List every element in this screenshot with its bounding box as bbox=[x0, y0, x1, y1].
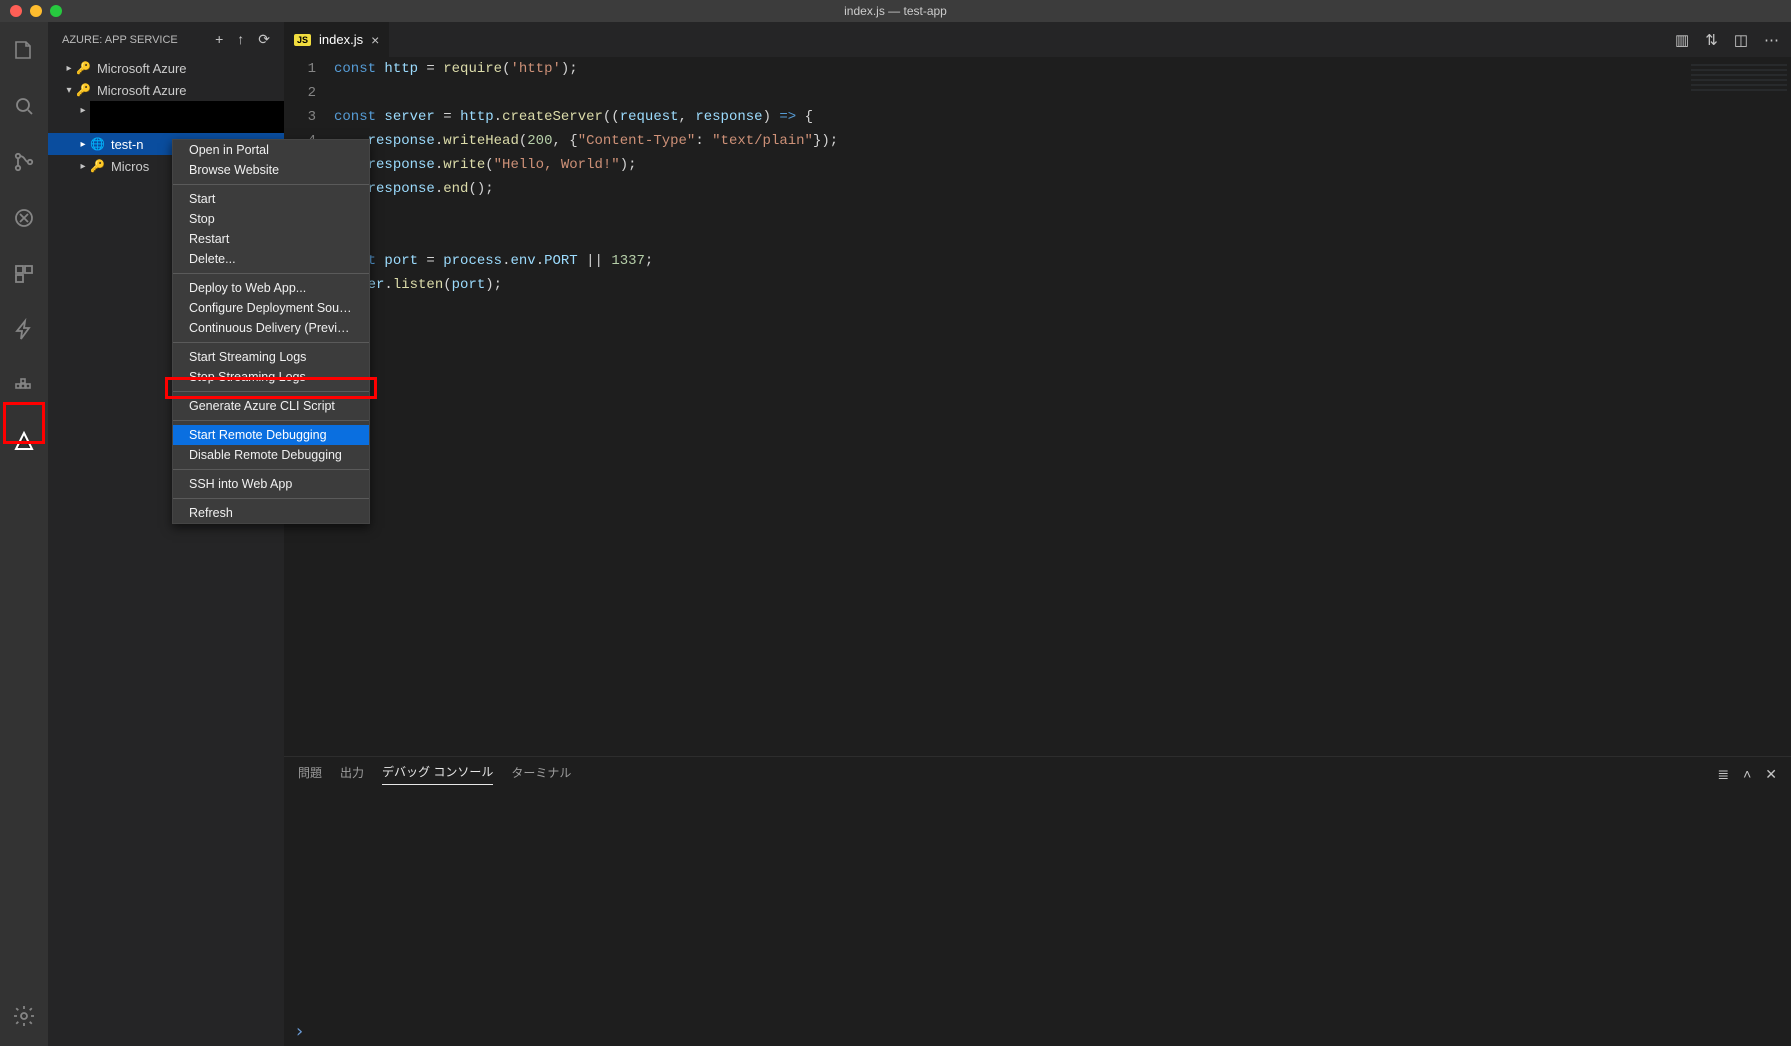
close-window-button[interactable] bbox=[10, 5, 22, 17]
js-file-icon: JS bbox=[294, 34, 311, 46]
ctx-restart[interactable]: Restart bbox=[173, 229, 369, 249]
tree-redacted-item: ▸ bbox=[48, 101, 284, 133]
editor-area: JS index.js × ▥ ⇅ ◫ ⋯ 1 2 3 4 5 6 7 8 9 … bbox=[284, 22, 1791, 1046]
app-root: index.js — test-app bbox=[0, 0, 1791, 1046]
more-actions-icon[interactable]: ⋯ bbox=[1764, 31, 1779, 49]
window-controls bbox=[0, 5, 62, 17]
chevron-right-icon: ▸ bbox=[76, 139, 90, 150]
line-number: 3 bbox=[284, 105, 316, 129]
chevron-down-icon: ▾ bbox=[62, 85, 76, 96]
ctx-separator bbox=[173, 498, 369, 499]
ctx-separator bbox=[173, 184, 369, 185]
code-content[interactable]: const http = require('http'); const serv… bbox=[334, 57, 1791, 756]
ctx-disable-remote-debugging[interactable]: Disable Remote Debugging bbox=[173, 445, 369, 465]
azure-icon-highlight bbox=[3, 402, 45, 444]
compare-changes-icon[interactable]: ▥ bbox=[1675, 31, 1689, 49]
ctx-separator bbox=[173, 273, 369, 274]
key-icon: 🔑 bbox=[76, 61, 91, 75]
open-changes-icon[interactable]: ⇅ bbox=[1705, 31, 1718, 49]
minimap[interactable] bbox=[1691, 61, 1787, 91]
editor-tabs: JS index.js × ▥ ⇅ ◫ ⋯ bbox=[284, 22, 1791, 57]
panel-tabs: 問題 出力 デバッグ コンソール ターミナル ≣ ˄ ✕ bbox=[284, 757, 1791, 791]
minimize-window-button[interactable] bbox=[30, 5, 42, 17]
ctx-generate-cli[interactable]: Generate Azure CLI Script bbox=[173, 396, 369, 416]
sidebar-refresh-icon[interactable]: ⟳ bbox=[258, 31, 270, 48]
panel-close-icon[interactable]: ✕ bbox=[1765, 766, 1777, 783]
sidebar: AZURE: APP SERVICE + ↑ ⟳ ▸ 🔑 Microsoft A… bbox=[48, 22, 284, 1046]
sidebar-actions: + ↑ ⟳ bbox=[215, 31, 270, 48]
sidebar-deploy-icon[interactable]: ↑ bbox=[237, 31, 244, 48]
tree-subscription-1[interactable]: ▾ 🔑 Microsoft Azure bbox=[48, 79, 284, 101]
extensions-icon[interactable] bbox=[0, 254, 48, 294]
window-title: index.js — test-app bbox=[0, 4, 1791, 18]
tree-label: Microsoft Azure bbox=[97, 61, 187, 76]
ctx-separator bbox=[173, 342, 369, 343]
azure-functions-icon[interactable] bbox=[0, 310, 48, 350]
debug-console-prompt-icon[interactable]: › bbox=[284, 1021, 1791, 1046]
context-menu: Open in Portal Browse Website Start Stop… bbox=[172, 139, 370, 524]
ctx-configure-deploy[interactable]: Configure Deployment Source... bbox=[173, 298, 369, 318]
sidebar-add-icon[interactable]: + bbox=[215, 31, 223, 48]
panel-maximize-icon[interactable]: ˄ bbox=[1743, 766, 1751, 783]
docker-icon[interactable] bbox=[0, 366, 48, 406]
settings-gear-icon[interactable] bbox=[0, 996, 48, 1036]
ctx-start[interactable]: Start bbox=[173, 189, 369, 209]
panel-body[interactable] bbox=[284, 791, 1791, 1021]
ctx-browse-website[interactable]: Browse Website bbox=[173, 160, 369, 180]
globe-icon: 🌐 bbox=[90, 137, 105, 151]
ctx-deploy[interactable]: Deploy to Web App... bbox=[173, 278, 369, 298]
ctx-refresh[interactable]: Refresh bbox=[173, 503, 369, 523]
tree-label: Micros bbox=[111, 159, 149, 174]
chevron-right-icon: ▸ bbox=[76, 105, 90, 116]
key-icon: 🔑 bbox=[76, 83, 91, 97]
sidebar-title: AZURE: APP SERVICE bbox=[62, 34, 178, 46]
bottom-panel: 問題 出力 デバッグ コンソール ターミナル ≣ ˄ ✕ › bbox=[284, 756, 1791, 1046]
chevron-right-icon: ▸ bbox=[62, 63, 76, 74]
ctx-ssh[interactable]: SSH into Web App bbox=[173, 474, 369, 494]
ctx-separator bbox=[173, 391, 369, 392]
explorer-icon[interactable] bbox=[0, 30, 48, 70]
line-number: 2 bbox=[284, 81, 316, 105]
panel-actions: ≣ ˄ ✕ bbox=[1717, 766, 1777, 783]
tab-close-icon[interactable]: × bbox=[371, 32, 379, 48]
panel-tab-problems[interactable]: 問題 bbox=[298, 764, 322, 785]
ctx-separator bbox=[173, 420, 369, 421]
debug-icon[interactable] bbox=[0, 198, 48, 238]
activity-bar bbox=[0, 22, 48, 1046]
chevron-right-icon: ▸ bbox=[76, 161, 90, 172]
panel-tab-terminal[interactable]: ターミナル bbox=[511, 764, 571, 785]
editor-toolbar: ▥ ⇅ ◫ ⋯ bbox=[1675, 22, 1791, 57]
line-number: 1 bbox=[284, 57, 316, 81]
key-icon: 🔑 bbox=[90, 159, 105, 173]
ctx-continuous-delivery[interactable]: Continuous Delivery (Preview) bbox=[173, 318, 369, 338]
ctx-start-remote-debugging[interactable]: Start Remote Debugging bbox=[173, 425, 369, 445]
tree-label: Microsoft Azure bbox=[97, 83, 187, 98]
ctx-stop[interactable]: Stop bbox=[173, 209, 369, 229]
titlebar: index.js — test-app bbox=[0, 0, 1791, 22]
panel-tab-output[interactable]: 出力 bbox=[340, 764, 364, 785]
tab-index-js[interactable]: JS index.js × bbox=[284, 22, 390, 57]
sidebar-header: AZURE: APP SERVICE + ↑ ⟳ bbox=[48, 22, 284, 57]
ctx-separator bbox=[173, 469, 369, 470]
ctx-open-portal[interactable]: Open in Portal bbox=[173, 140, 369, 160]
split-editor-icon[interactable]: ◫ bbox=[1734, 31, 1748, 49]
tree-subscription-0[interactable]: ▸ 🔑 Microsoft Azure bbox=[48, 57, 284, 79]
ctx-stop-streaming[interactable]: Stop Streaming Logs bbox=[173, 367, 369, 387]
maximize-window-button[interactable] bbox=[50, 5, 62, 17]
tab-label: index.js bbox=[319, 32, 363, 47]
clear-console-icon[interactable]: ≣ bbox=[1717, 766, 1729, 783]
code-editor[interactable]: 1 2 3 4 5 6 7 8 9 10 const http = requir… bbox=[284, 57, 1791, 756]
ctx-start-streaming[interactable]: Start Streaming Logs bbox=[173, 347, 369, 367]
tree-label: test-n bbox=[111, 137, 144, 152]
search-icon[interactable] bbox=[0, 86, 48, 126]
main-area: AZURE: APP SERVICE + ↑ ⟳ ▸ 🔑 Microsoft A… bbox=[0, 22, 1791, 1046]
panel-tab-debug-console[interactable]: デバッグ コンソール bbox=[382, 763, 493, 785]
source-control-icon[interactable] bbox=[0, 142, 48, 182]
ctx-delete[interactable]: Delete... bbox=[173, 249, 369, 269]
